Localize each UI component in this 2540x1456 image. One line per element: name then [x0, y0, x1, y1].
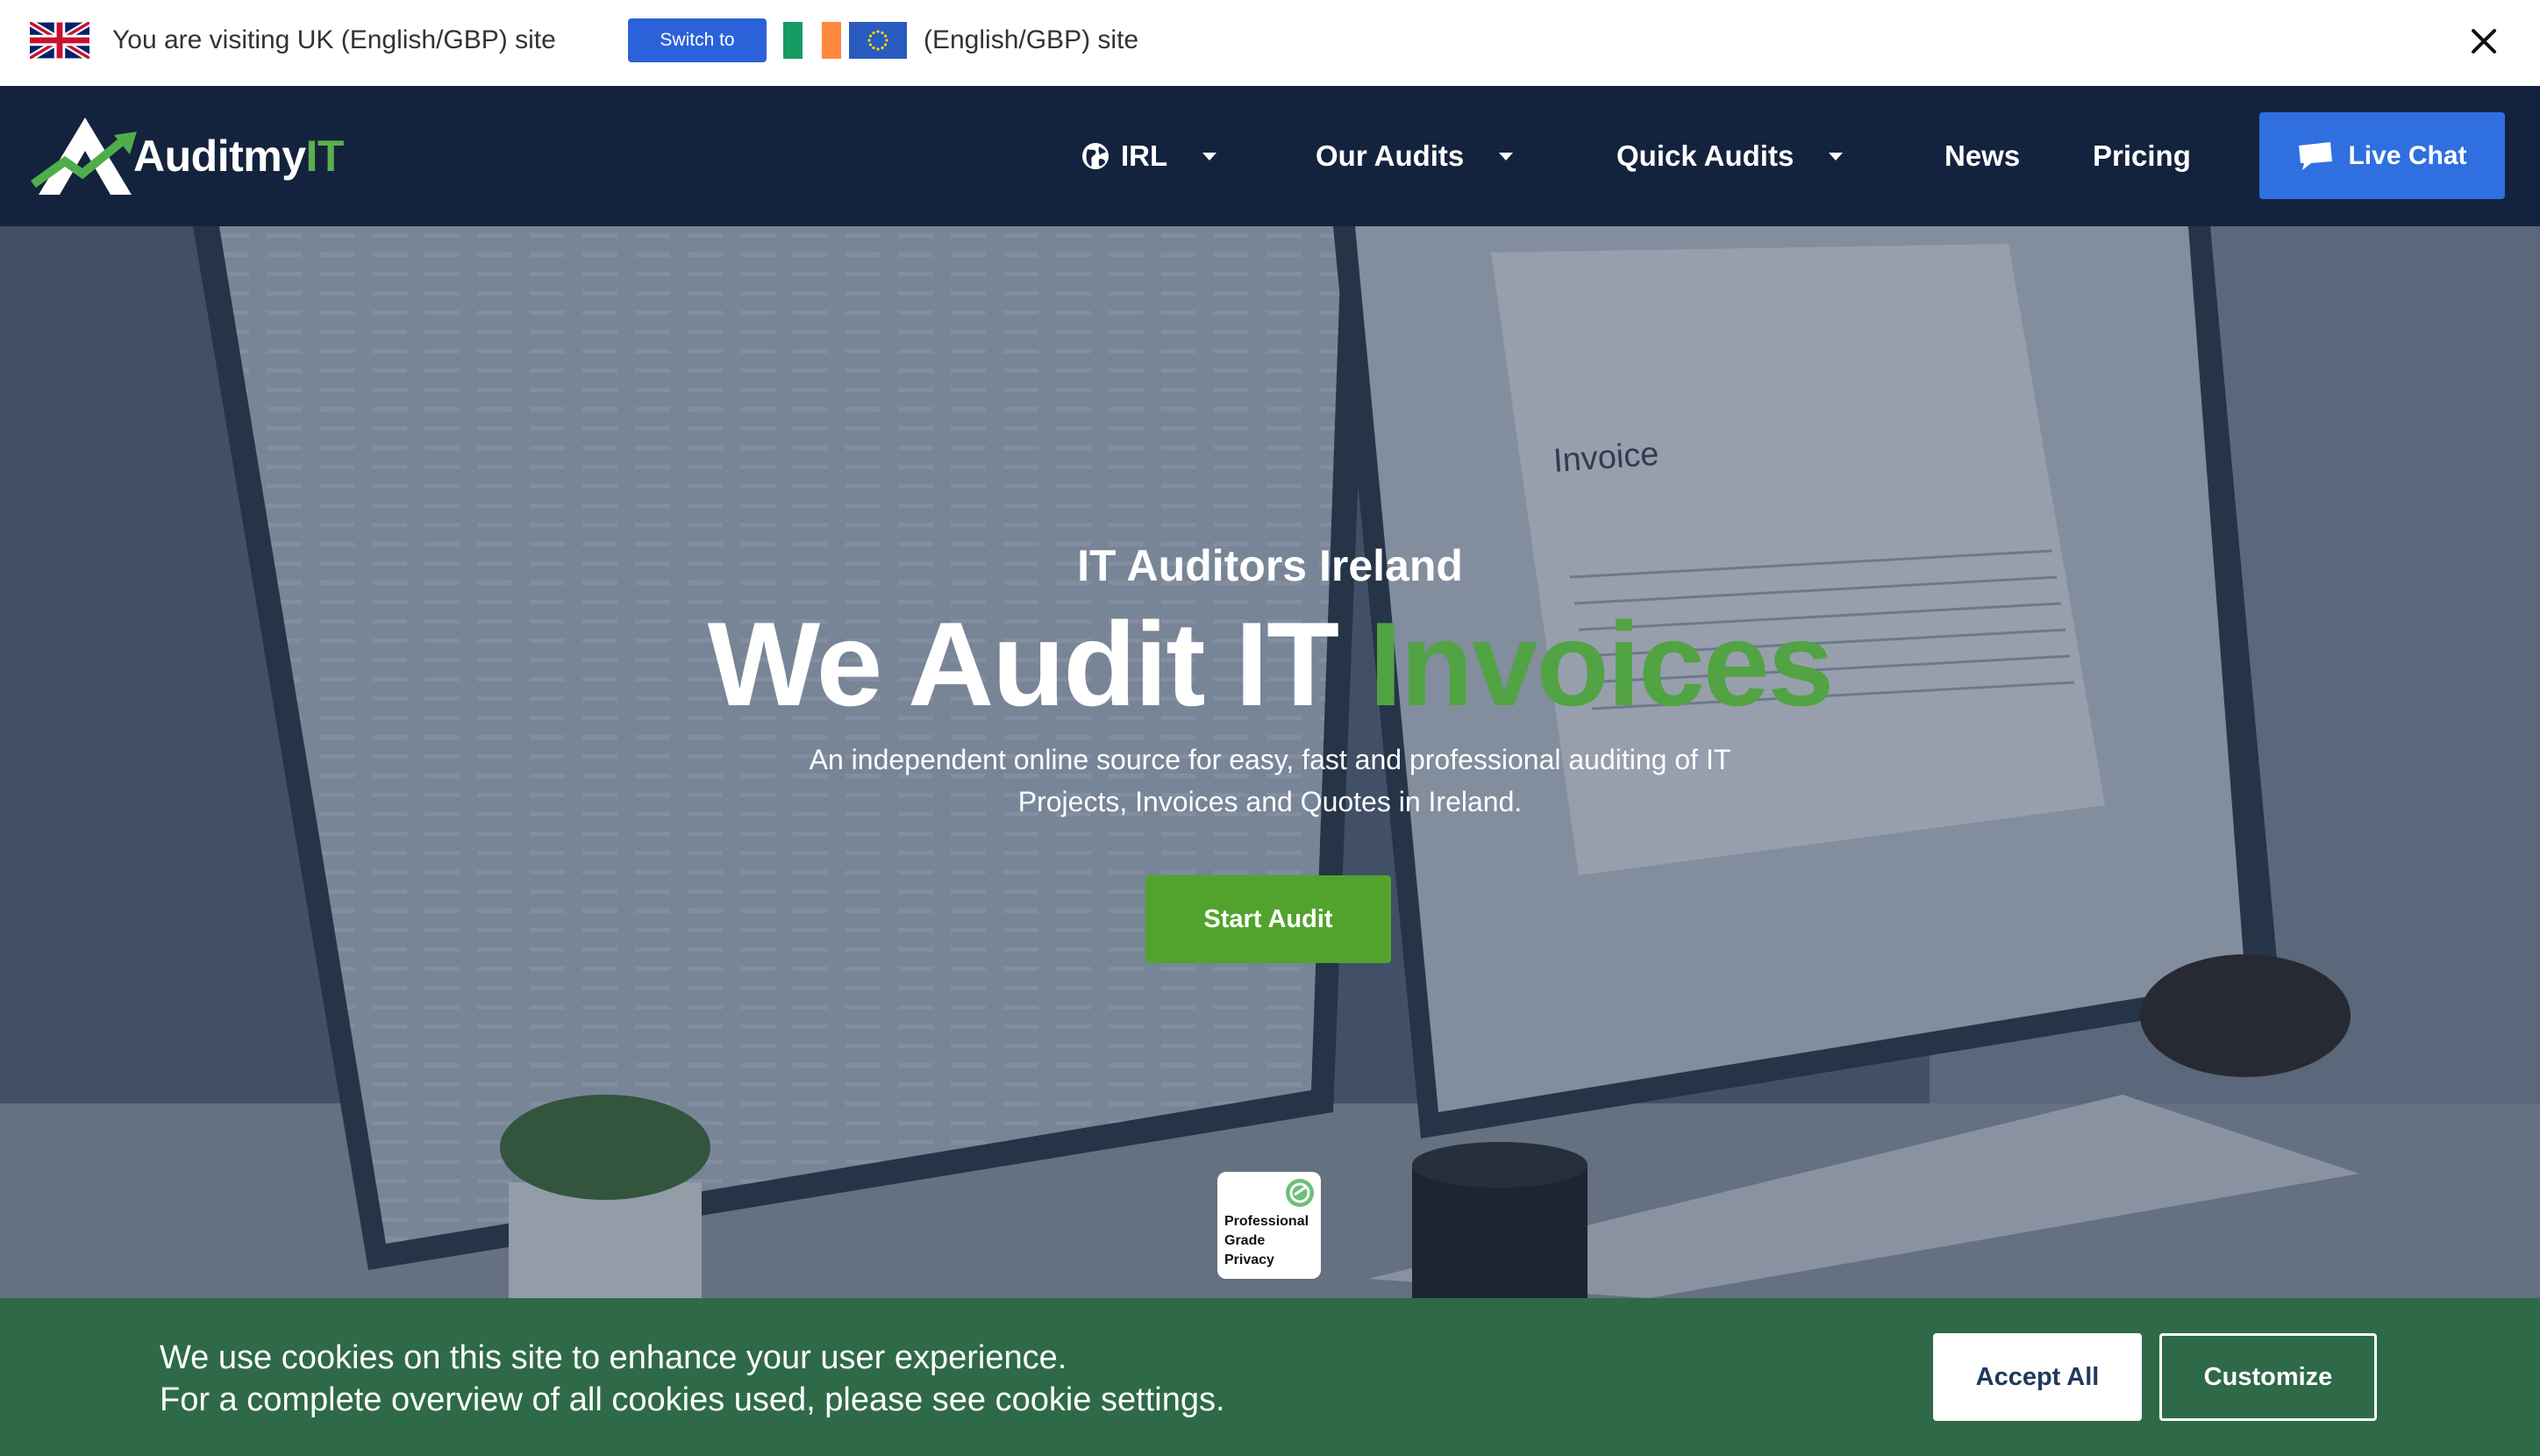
hero-subtitle: An independent online source for easy, f… — [809, 744, 1731, 817]
hero-section: Invoice IT Auditors Ireland We Audit IT … — [0, 226, 2540, 1298]
nav-item-region[interactable]: IRL — [1081, 132, 1217, 181]
live-chat-button[interactable]: Live Chat — [2259, 112, 2505, 199]
nav-item-label: Quick Audits — [1616, 139, 1794, 172]
nav-item-pricing[interactable]: Pricing — [2093, 132, 2191, 181]
cookie-message-line: For a complete overview of all cookies u… — [160, 1381, 1225, 1418]
switch-locale-button[interactable]: Switch to — [628, 18, 767, 62]
badge-line: Privacy — [1224, 1253, 1274, 1267]
ireland-flag-icon — [783, 22, 841, 59]
locale-bar: You are visiting UK (English/GBP) site S… — [0, 0, 2540, 86]
main-navigation: AuditmyIT IRL Our Audits Quick Audits Ne… — [0, 86, 2540, 226]
privacy-badge[interactable]: Professional Grade Privacy — [1217, 1172, 1321, 1279]
chevron-down-icon — [1499, 152, 1514, 161]
close-icon[interactable] — [2466, 24, 2501, 59]
chevron-down-icon — [1829, 152, 1844, 161]
customize-cookies-button[interactable]: Customize — [2159, 1333, 2377, 1421]
eu-flag-icon — [849, 22, 907, 59]
badge-line: Grade — [1224, 1233, 1266, 1248]
hero-title-accent: Invoices — [1368, 597, 1834, 731]
cookie-banner: We use cookies on this site to enhance y… — [0, 1298, 2540, 1456]
site-logo[interactable]: AuditmyIT — [30, 114, 344, 198]
uk-flag-icon — [30, 22, 89, 59]
hero-kicker: IT Auditors Ireland — [1077, 541, 1463, 590]
nav-item-label: Pricing — [2093, 139, 2191, 172]
nav-item-label: Our Audits — [1316, 139, 1465, 172]
logo-wordmark: AuditmyIT — [133, 132, 344, 181]
live-chat-label: Live Chat — [2348, 140, 2467, 170]
chevron-down-icon — [1202, 152, 1217, 161]
nav-item-our-audits[interactable]: Our Audits — [1316, 132, 1514, 181]
privacy-seal-icon — [1286, 1179, 1314, 1207]
cookie-message: We use cookies on this site to enhance y… — [160, 1337, 1225, 1421]
nav-item-label: News — [1944, 139, 2021, 172]
start-audit-button[interactable]: Start Audit — [1145, 875, 1391, 963]
globe-icon — [1082, 143, 1109, 169]
current-locale-text: You are visiting UK (English/GBP) site — [112, 25, 556, 54]
nav-item-quick-audits[interactable]: Quick Audits — [1616, 132, 1844, 181]
cookie-message-line: We use cookies on this site to enhance y… — [160, 1339, 1067, 1376]
hero-title: We Audit IT Invoices — [707, 597, 1834, 731]
chat-bubble-icon — [2299, 141, 2333, 170]
logo-mark-icon — [31, 118, 137, 195]
badge-line: Professional — [1224, 1214, 1309, 1229]
accept-all-cookies-button[interactable]: Accept All — [1933, 1333, 2142, 1421]
nav-item-news[interactable]: News — [1944, 132, 2020, 181]
nav-item-label: IRL — [1121, 139, 1168, 172]
target-locale-text: (English/GBP) site — [924, 25, 1139, 54]
hero-content: IT Auditors Ireland We Audit IT Invoices… — [0, 226, 2540, 1298]
